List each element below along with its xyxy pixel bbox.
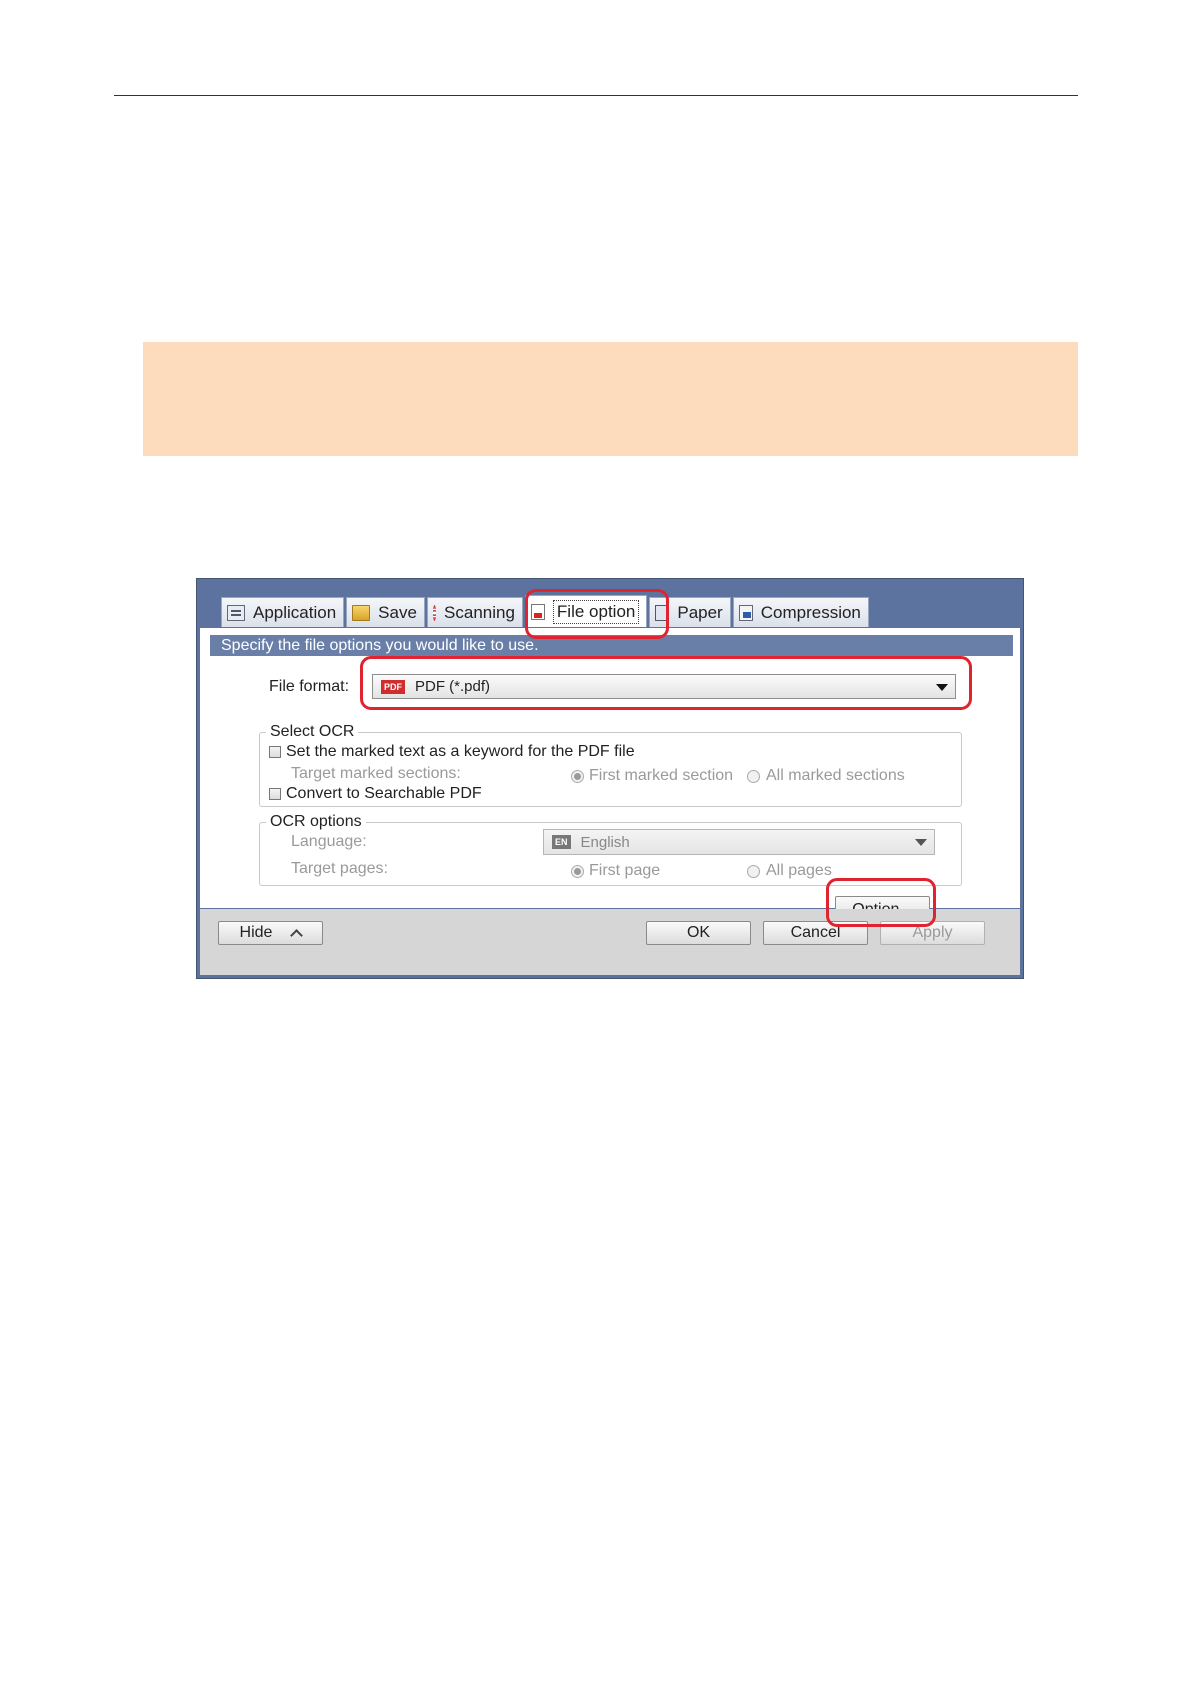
- tab-save[interactable]: Save: [346, 597, 425, 627]
- select-ocr-group: Select OCR Set the marked text as a keyw…: [259, 723, 962, 807]
- tab-scanning[interactable]: Scanning: [426, 597, 523, 627]
- scanning-icon: [432, 604, 437, 621]
- language-select[interactable]: EN English: [543, 829, 935, 855]
- save-folder-icon: [352, 604, 371, 621]
- first-marked-section-radio[interactable]: [571, 770, 584, 783]
- tab-compression[interactable]: Compression: [732, 597, 869, 627]
- application-icon: [227, 604, 245, 621]
- first-page-label: First page: [589, 862, 661, 879]
- first-marked-section-label: First marked section: [589, 767, 734, 784]
- searchable-pdf-label: Convert to Searchable PDF: [286, 785, 482, 802]
- tab-label: Application: [253, 602, 337, 622]
- ocr-options-group: OCR options Language: EN English Target …: [259, 813, 962, 886]
- all-marked-sections-radio[interactable]: [747, 770, 760, 783]
- all-pages-radio[interactable]: [747, 865, 760, 878]
- file-format-label: File format:: [269, 678, 350, 695]
- tab-application[interactable]: Application: [221, 597, 345, 627]
- select-ocr-title: Select OCR: [266, 723, 359, 741]
- searchable-pdf-checkbox[interactable]: [269, 788, 281, 800]
- hide-button-label: Hide: [239, 924, 273, 941]
- tab-label: Paper: [677, 602, 723, 622]
- hide-button[interactable]: Hide: [218, 921, 323, 945]
- target-sections-label: Target marked sections:: [291, 765, 461, 782]
- all-marked-sections-label: All marked sections: [766, 767, 905, 784]
- tab-label: Scanning: [444, 602, 515, 622]
- language-flag-icon: EN: [552, 835, 571, 849]
- highlight-file-option-tab: [525, 589, 669, 639]
- keyword-checkbox-label: Set the marked text as a keyword for the…: [286, 743, 635, 760]
- tab-label: Compression: [760, 602, 861, 622]
- tab-label: Save: [378, 602, 417, 622]
- keyword-checkbox[interactable]: [269, 746, 281, 758]
- chevron-up-icon: [290, 929, 304, 942]
- language-label: Language:: [291, 833, 367, 850]
- chevron-down-icon: [915, 839, 927, 846]
- compression-icon: [738, 604, 753, 621]
- language-value: English: [580, 833, 630, 851]
- highlight-option-button: [826, 878, 936, 927]
- note-box: [143, 342, 1078, 456]
- header-rule: [114, 95, 1078, 96]
- ok-button[interactable]: OK: [646, 921, 751, 945]
- highlight-file-format: [360, 656, 972, 710]
- target-pages-label: Target pages:: [291, 860, 388, 877]
- ocr-options-title: OCR options: [266, 813, 366, 831]
- all-pages-label: All pages: [766, 862, 832, 879]
- first-page-radio[interactable]: [571, 865, 584, 878]
